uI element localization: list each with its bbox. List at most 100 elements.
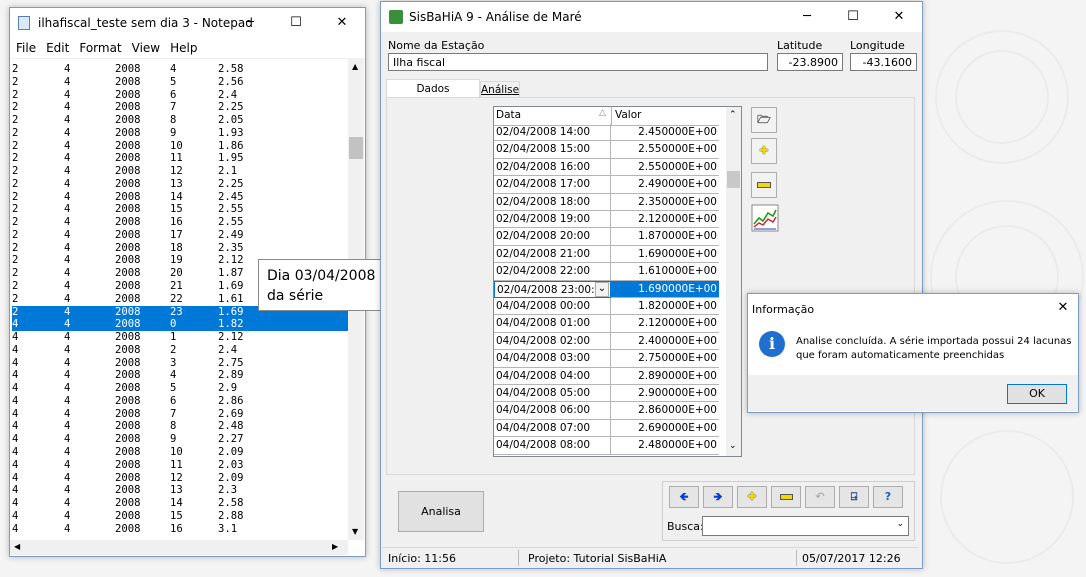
table-row[interactable]: 02/04/2008 23:00:00 ⌄ 1.690000E+00 — [494, 280, 719, 298]
table-row[interactable]: 02/04/2008 22:00 1.610000E+00 — [494, 263, 719, 281]
date-cell[interactable]: 02/04/2008 19:00 — [494, 211, 611, 229]
scroll-up-icon[interactable]: ▲ — [352, 62, 358, 71]
value-cell[interactable]: 2.120000E+00 — [611, 315, 719, 333]
table-row[interactable]: 02/04/2008 15:00 2.550000E+00 — [494, 141, 719, 159]
date-cell[interactable]: 04/04/2008 03:00 — [494, 350, 611, 368]
maximize-icon[interactable]: ☐ — [830, 2, 876, 32]
table-row[interactable]: 04/04/2008 02:00 2.400000E+00 — [494, 332, 719, 351]
menu-format[interactable]: Format — [79, 38, 121, 58]
exit-button[interactable]: ⍈ — [839, 486, 869, 508]
date-cell[interactable]: 02/04/2008 22:00 — [494, 263, 611, 281]
chevron-down-icon[interactable]: ⌄ — [896, 519, 904, 529]
value-cell[interactable]: 2.550000E+00 — [611, 141, 719, 159]
maximize-icon[interactable]: ☐ — [273, 8, 319, 38]
observed-data-grid[interactable]: Data △ Valor 02/04/2008 14:00 2.450000E+0… — [493, 106, 742, 457]
notepad-horizontal-scrollbar[interactable]: ◀ ▶ — [10, 540, 348, 555]
value-cell[interactable]: 2.690000E+00 — [611, 420, 719, 438]
ok-button[interactable]: OK — [1007, 384, 1067, 404]
value-cell[interactable]: 2.350000E+00 — [611, 194, 719, 211]
value-cell[interactable]: 2.890000E+00 — [611, 368, 719, 385]
grid-header-date[interactable]: Data — [496, 109, 521, 121]
minimize-icon[interactable]: ─ — [784, 2, 830, 32]
date-cell[interactable]: 02/04/2008 20:00 — [494, 228, 611, 246]
minimize-icon[interactable]: ─ — [227, 8, 273, 38]
value-cell[interactable]: 2.120000E+00 — [611, 211, 719, 229]
add-row-button[interactable]: ✚ — [751, 138, 777, 164]
grid-header-value[interactable]: Valor — [615, 109, 641, 121]
date-cell[interactable]: 02/04/2008 23:00:00 ⌄ — [494, 280, 611, 298]
table-row[interactable]: 02/04/2008 18:00 2.350000E+00 — [494, 193, 719, 211]
value-cell[interactable]: 2.400000E+00 — [611, 333, 719, 351]
scroll-down-icon[interactable]: ▼ — [352, 527, 358, 536]
table-row[interactable]: 04/04/2008 05:00 2.900000E+00 — [494, 385, 719, 403]
table-row[interactable]: 02/04/2008 19:00 2.120000E+00 — [494, 211, 719, 229]
date-cell[interactable]: 02/04/2008 15:00 — [494, 141, 611, 159]
value-cell[interactable]: 1.820000E+00 — [611, 298, 719, 316]
tab-analysis[interactable]: Análise — [480, 81, 520, 98]
menu-file[interactable]: File — [16, 38, 36, 58]
analyze-button[interactable]: Analisa — [398, 491, 484, 532]
value-cell[interactable]: 2.550000E+00 — [611, 159, 719, 177]
table-row[interactable]: 04/04/2008 08:00 2.480000E+00 — [494, 437, 719, 455]
date-cell[interactable]: 04/04/2008 06:00 — [494, 402, 611, 420]
value-cell[interactable]: 2.450000E+00 — [611, 124, 719, 142]
table-row[interactable]: 04/04/2008 06:00 2.860000E+00 — [494, 402, 719, 420]
station-name-field[interactable]: Ilha fiscal — [388, 53, 768, 71]
value-cell[interactable]: 2.900000E+00 — [611, 385, 719, 403]
date-cell[interactable]: 04/04/2008 02:00 — [494, 332, 611, 351]
delete-record-button[interactable] — [771, 486, 801, 508]
tab-observed-data[interactable]: Dados Observados — [386, 79, 480, 113]
scroll-left-icon[interactable]: ◀ — [14, 542, 20, 551]
chart-graph-icon[interactable] — [751, 204, 779, 232]
date-cell[interactable]: 04/04/2008 07:00 — [494, 419, 611, 438]
table-row[interactable]: 02/04/2008 20:00 1.870000E+00 — [494, 228, 719, 246]
table-row[interactable]: 04/04/2008 01:00 2.120000E+00 — [494, 315, 719, 333]
value-cell[interactable]: 1.690000E+00 — [611, 246, 719, 264]
close-icon[interactable]: ✕ — [319, 8, 365, 38]
remove-row-button[interactable] — [751, 172, 777, 198]
scroll-right-icon[interactable]: ▶ — [332, 542, 338, 551]
value-cell[interactable]: 2.490000E+00 — [611, 176, 719, 194]
date-editor-text[interactable]: 02/04/2008 23:00:00 — [497, 284, 608, 296]
date-cell[interactable]: 04/04/2008 08:00 — [494, 437, 611, 455]
date-cell[interactable]: 02/04/2008 16:00 — [494, 158, 611, 177]
table-row[interactable]: 04/04/2008 07:00 2.690000E+00 — [494, 419, 719, 438]
scroll-thumb[interactable] — [727, 171, 740, 188]
date-cell[interactable]: 02/04/2008 21:00 — [494, 245, 611, 264]
close-icon[interactable]: ✕ — [876, 2, 922, 32]
date-cell[interactable]: 04/04/2008 01:00 — [494, 315, 611, 333]
menu-edit[interactable]: Edit — [46, 38, 69, 58]
date-cell[interactable]: 04/04/2008 05:00 — [494, 385, 611, 403]
close-icon[interactable]: ✕ — [1052, 298, 1074, 318]
chevron-down-icon[interactable]: ⌄ — [595, 281, 609, 297]
table-row[interactable]: 04/04/2008 00:00 1.820000E+00 — [494, 298, 719, 316]
table-row[interactable]: 04/04/2008 03:00 2.750000E+00 — [494, 350, 719, 368]
insert-record-button[interactable]: ✚ — [737, 486, 767, 508]
date-cell[interactable]: 04/04/2008 04:00 — [494, 367, 611, 385]
longitude-field[interactable]: -43.1600 — [850, 53, 917, 71]
table-row[interactable]: 04/04/2008 04:00 2.890000E+00 — [494, 367, 719, 385]
table-row[interactable]: 02/04/2008 16:00 2.550000E+00 — [494, 158, 719, 177]
table-row[interactable]: 02/04/2008 17:00 2.490000E+00 — [494, 176, 719, 194]
menu-help[interactable]: Help — [170, 38, 197, 58]
undo-button[interactable]: ↶ — [805, 486, 835, 508]
previous-record-button[interactable]: 🡸 — [669, 486, 699, 508]
next-record-button[interactable]: 🡺 — [703, 486, 733, 508]
value-cell[interactable]: 1.610000E+00 — [611, 263, 719, 281]
value-cell[interactable]: 1.690000E+00 — [611, 280, 719, 298]
scroll-up-icon[interactable]: ⌃ — [729, 110, 737, 120]
table-row[interactable]: 02/04/2008 21:00 1.690000E+00 — [494, 245, 719, 264]
value-cell[interactable]: 2.860000E+00 — [611, 402, 719, 420]
value-cell[interactable]: 2.480000E+00 — [611, 437, 719, 455]
scroll-down-icon[interactable]: ⌄ — [729, 441, 737, 451]
date-cell[interactable]: 02/04/2008 18:00 — [494, 193, 611, 211]
value-cell[interactable]: 1.870000E+00 — [611, 228, 719, 246]
date-cell[interactable]: 02/04/2008 14:00 — [494, 124, 611, 142]
scroll-thumb[interactable] — [349, 137, 363, 159]
grid-vertical-scrollbar[interactable]: ⌃ ⌄ — [726, 107, 741, 456]
table-row[interactable]: 02/04/2008 14:00 2.450000E+00 — [494, 124, 719, 142]
search-combobox[interactable]: ⌄ — [702, 516, 909, 536]
date-cell[interactable]: 02/04/2008 17:00 — [494, 176, 611, 194]
help-button[interactable]: ? — [873, 486, 903, 508]
value-cell[interactable]: 2.750000E+00 — [611, 350, 719, 368]
